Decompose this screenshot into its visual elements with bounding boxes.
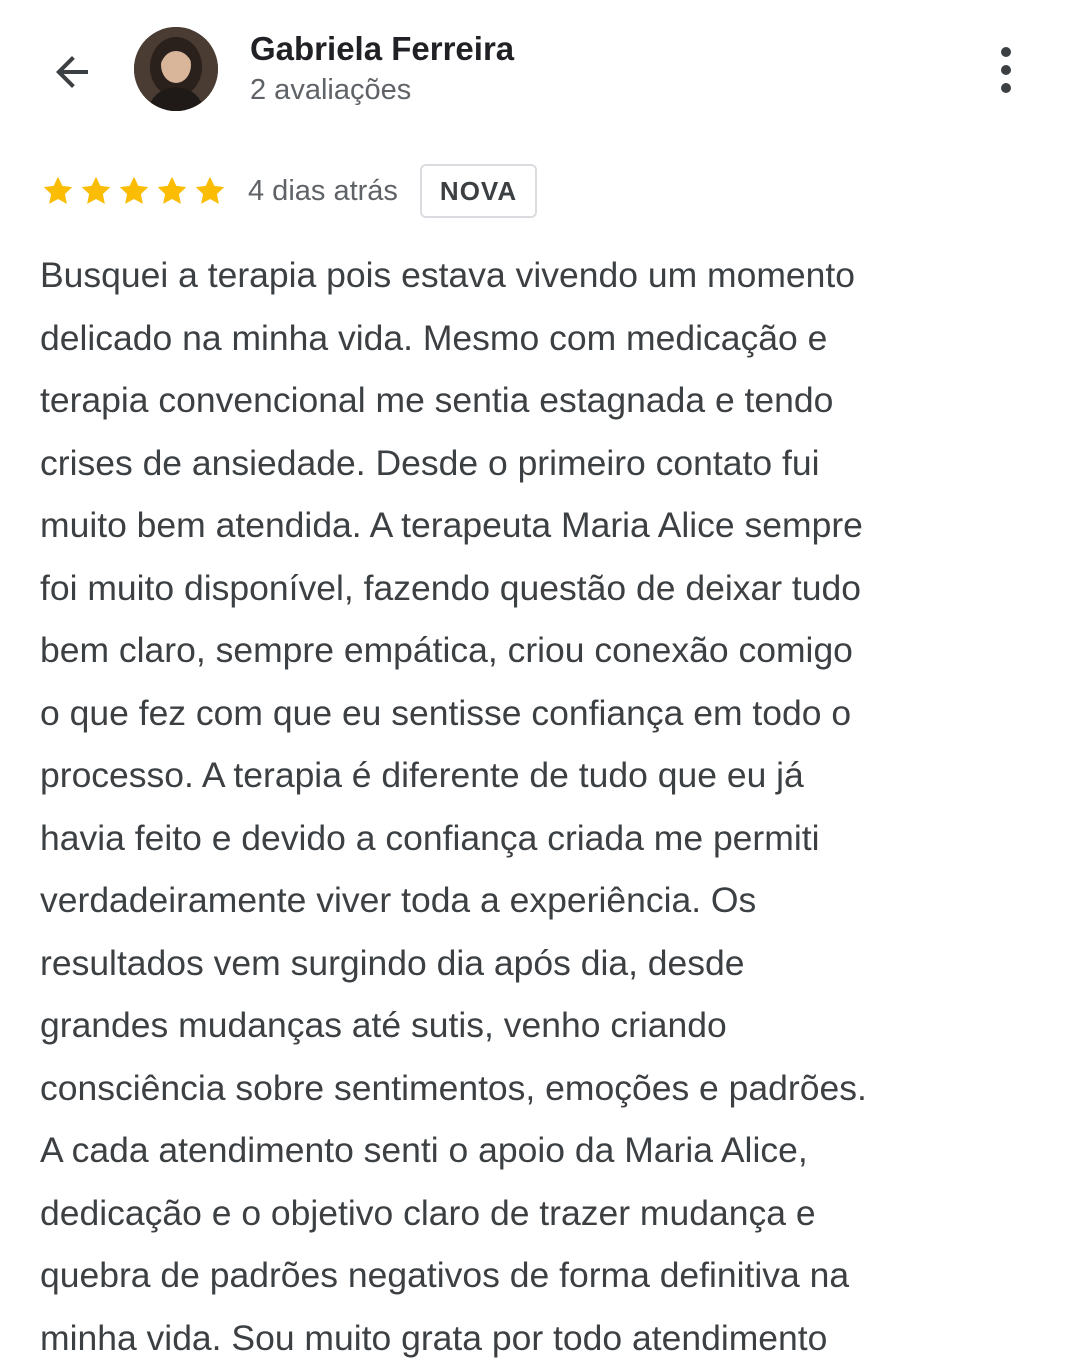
review-text-line: verdadeiramente viver toda a experiência… <box>40 869 1035 932</box>
review-text-line: o que fez com que eu sentisse confiança … <box>40 682 1035 745</box>
review-text-line: minha vida. Sou muito grata por todo ate… <box>40 1307 1035 1369</box>
review-text-line: dedicação e o objetivo claro de trazer m… <box>40 1182 1035 1245</box>
review-text-line: bem claro, sempre empática, criou conexã… <box>40 619 1035 682</box>
review-date: 4 dias atrás <box>248 175 398 208</box>
review-text-line: quebra de padrões negativos de forma def… <box>40 1244 1035 1307</box>
more-vertical-icon <box>998 44 1014 96</box>
rating-row: 4 dias atrás NOVA <box>40 162 537 220</box>
arrow-left-icon <box>48 48 96 96</box>
review-text-line: processo. A terapia é diferente de tudo … <box>40 744 1035 807</box>
review-text-line: foi muito disponível, fazendo questão de… <box>40 557 1035 620</box>
review-text: Busquei a terapia pois estava vivendo um… <box>40 244 1035 1369</box>
reviewer-name[interactable]: Gabriela Ferreira <box>250 30 514 68</box>
review-text-line: Busquei a terapia pois estava vivendo um… <box>40 244 1035 307</box>
star-icon <box>154 173 190 209</box>
star-rating <box>40 173 228 209</box>
reviewer-review-count: 2 avaliações <box>250 74 411 107</box>
review-text-line: grandes mudanças até sutis, venho criand… <box>40 994 1035 1057</box>
star-icon <box>78 173 114 209</box>
review-text-line: resultados vem surgindo dia após dia, de… <box>40 932 1035 995</box>
review-text-line: crises de ansiedade. Desde o primeiro co… <box>40 432 1035 495</box>
review-text-line: muito bem atendida. A terapeuta Maria Al… <box>40 494 1035 557</box>
more-options-button[interactable] <box>986 40 1026 100</box>
back-button[interactable] <box>40 40 104 104</box>
avatar[interactable] <box>134 27 218 111</box>
review-text-line: A cada atendimento senti o apoio da Mari… <box>40 1119 1035 1182</box>
user-photo <box>134 27 218 111</box>
review-text-line: havia feito e devido a confiança criada … <box>40 807 1035 870</box>
review-text-line: delicado na minha vida. Mesmo com medica… <box>40 307 1035 370</box>
review-header: Gabriela Ferreira 2 avaliações <box>0 0 1080 135</box>
new-badge: NOVA <box>420 164 537 218</box>
star-icon <box>192 173 228 209</box>
star-icon <box>40 173 76 209</box>
review-text-line: terapia convencional me sentia estagnada… <box>40 369 1035 432</box>
review-text-line: consciência sobre sentimentos, emoções e… <box>40 1057 1035 1120</box>
star-icon <box>116 173 152 209</box>
